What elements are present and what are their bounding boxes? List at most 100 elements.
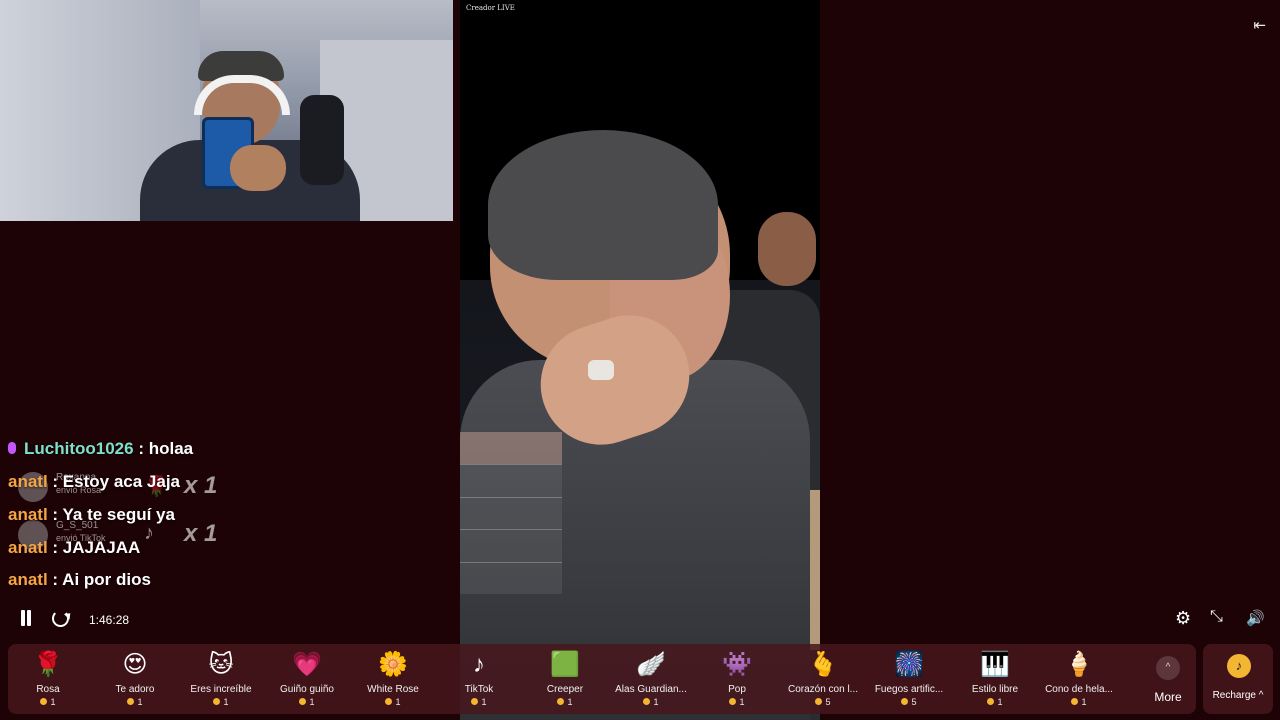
chat-username[interactable]: anatl xyxy=(8,570,48,589)
gift-label: White Rose xyxy=(367,684,419,695)
chat-message: anatl : Estoy aca Jaja xyxy=(8,472,180,492)
overlay-tint xyxy=(460,432,562,464)
volume-icon[interactable]: 🔊 xyxy=(1246,609,1265,627)
gift-price: 1 xyxy=(522,697,608,707)
gift-price: 1 xyxy=(264,697,350,707)
gift-price-value: 5 xyxy=(911,697,917,707)
recharge-button[interactable]: ♪ Recharge ^ xyxy=(1203,644,1273,714)
gift-label: Rosa xyxy=(36,684,60,695)
overlay-line xyxy=(460,562,562,563)
chat-message: Luchitoo1026 : holaa xyxy=(8,439,193,459)
gift-corazon[interactable]: 🫰 Corazón con l... 5 xyxy=(780,644,866,714)
gift-price: 1 xyxy=(178,697,264,707)
coin-icon xyxy=(40,698,48,705)
gift-price: 5 xyxy=(866,697,952,707)
gift-rosa[interactable]: 🌹 Rosa 1 xyxy=(5,644,91,714)
pause-icon[interactable] xyxy=(19,610,33,626)
gift-count: x 1 xyxy=(184,472,218,499)
gift-te-adoro[interactable]: 😍 Te adoro 1 xyxy=(92,644,178,714)
chat-text: : Estoy aca Jaja xyxy=(52,472,180,491)
gift-eres-increible[interactable]: 🐱 Eres increíble 1 xyxy=(178,644,264,714)
coin-icon xyxy=(643,698,651,705)
gift-bar: 🌹 Rosa 1 😍 Te adoro 1 🐱 Eres increíble 1… xyxy=(8,644,1196,714)
tiktok-icon: ♪ xyxy=(144,522,154,544)
settings-icon[interactable]: ⚙ xyxy=(1175,608,1191,629)
video-overlay-panel xyxy=(460,432,562,594)
more-label: More xyxy=(1154,690,1182,704)
gift-label: TikTok xyxy=(464,684,494,695)
gift-price-value: 1 xyxy=(395,697,401,707)
chat-username[interactable]: anatl xyxy=(8,472,48,491)
live-chat: Roxanna envió Rosa 🌹 x 1 G_S_501 envió T… xyxy=(8,432,448,602)
gift-tiktok[interactable]: ♪ TikTok 1 xyxy=(436,644,522,714)
overlay-line xyxy=(460,464,562,465)
gift-white-rose[interactable]: 🌼 White Rose 1 xyxy=(350,644,436,714)
keyboard-icon: 🎹 xyxy=(980,651,1010,678)
gift-label: Guiño guiño xyxy=(280,684,334,695)
ice-cream-icon: 🍦 xyxy=(1064,651,1094,678)
chevron-up-icon: ^ xyxy=(1156,656,1180,680)
heart-icon: 💗 xyxy=(292,651,322,678)
gift-price: 1 xyxy=(5,697,91,707)
gift-label: Fuegos artific... xyxy=(874,684,944,695)
overlay-line xyxy=(460,497,562,498)
gift-price: 1 xyxy=(92,697,178,707)
webcam-streamer xyxy=(140,45,360,221)
more-gifts-button[interactable]: ^ More xyxy=(1142,644,1194,714)
gift-price: 5 xyxy=(780,697,866,707)
gift-pop[interactable]: 👾 Pop 1 xyxy=(694,644,780,714)
coin-icon xyxy=(213,698,221,705)
gift-price-value: 1 xyxy=(481,697,487,707)
gift-price-value: 1 xyxy=(567,697,573,707)
gift-fuegos-artificiales[interactable]: 🎆 Fuegos artific... 5 xyxy=(866,644,952,714)
gift-price-value: 1 xyxy=(653,697,659,707)
gift-creeper[interactable]: 🟩 Creeper 1 xyxy=(522,644,608,714)
playback-controls: 1:46:28 ⚙ ⤡ 🔊 xyxy=(0,606,1280,634)
chat-text: : Ai por dios xyxy=(52,570,151,589)
chat-username[interactable]: Luchitoo1026 xyxy=(24,439,134,458)
chat-username[interactable]: anatl xyxy=(8,505,48,524)
collapse-panel-icon[interactable]: ⇤ xyxy=(1253,16,1266,34)
gift-price: 1 xyxy=(952,697,1038,707)
gift-label: Pop xyxy=(728,684,746,695)
bystander-face xyxy=(758,212,816,286)
gift-guino-guino[interactable]: 💗 Guiño guiño 1 xyxy=(264,644,350,714)
wings-icon: 🪽 xyxy=(636,651,666,678)
gift-price: 1 xyxy=(694,697,780,707)
gift-label: Eres increíble xyxy=(190,684,252,695)
coin-icon xyxy=(1071,698,1079,705)
gift-price-value: 1 xyxy=(1081,697,1087,707)
replay-icon[interactable] xyxy=(52,610,69,627)
webcam-backpack xyxy=(300,95,344,185)
heart-eyes-icon: 😍 xyxy=(122,651,148,678)
chat-username[interactable]: anatl xyxy=(8,538,48,557)
gift-price-value: 1 xyxy=(50,697,56,707)
gift-estilo-libre[interactable]: 🎹 Estilo libre 1 xyxy=(952,644,1038,714)
white-rose-icon: 🌼 xyxy=(378,651,408,678)
gift-price: 1 xyxy=(350,697,436,707)
coin-icon xyxy=(299,698,307,705)
gift-label: Cono de hela... xyxy=(1045,684,1113,695)
coin-icon xyxy=(471,698,479,705)
video-hair xyxy=(488,130,718,280)
coin-icon: ♪ xyxy=(1227,654,1251,678)
coin-icon xyxy=(127,698,135,705)
exit-fullscreen-icon[interactable]: ⤡ xyxy=(1210,608,1223,626)
gift-label: Corazón con l... xyxy=(787,684,859,695)
coin-icon xyxy=(557,698,565,705)
gift-price: 1 xyxy=(608,697,694,707)
creeper-icon: 🟩 xyxy=(550,651,580,678)
fireworks-icon: 🎆 xyxy=(894,651,924,678)
chat-text: : Ya te seguí ya xyxy=(52,505,175,524)
gift-price-value: 1 xyxy=(309,697,315,707)
gift-label: Creeper xyxy=(546,684,584,695)
gift-price-value: 5 xyxy=(825,697,831,707)
gift-cono-de-helado[interactable]: 🍦 Cono de hela... 1 xyxy=(1036,644,1122,714)
gift-label: Estilo libre xyxy=(971,684,1019,695)
gift-price-value: 1 xyxy=(137,697,143,707)
gift-alas-guardian[interactable]: 🪽 Alas Guardian... 1 xyxy=(608,644,694,714)
chat-text: : holaa xyxy=(138,439,194,458)
coin-icon xyxy=(385,698,393,705)
timecode: 1:46:28 xyxy=(89,613,130,627)
coin-icon xyxy=(987,698,995,705)
